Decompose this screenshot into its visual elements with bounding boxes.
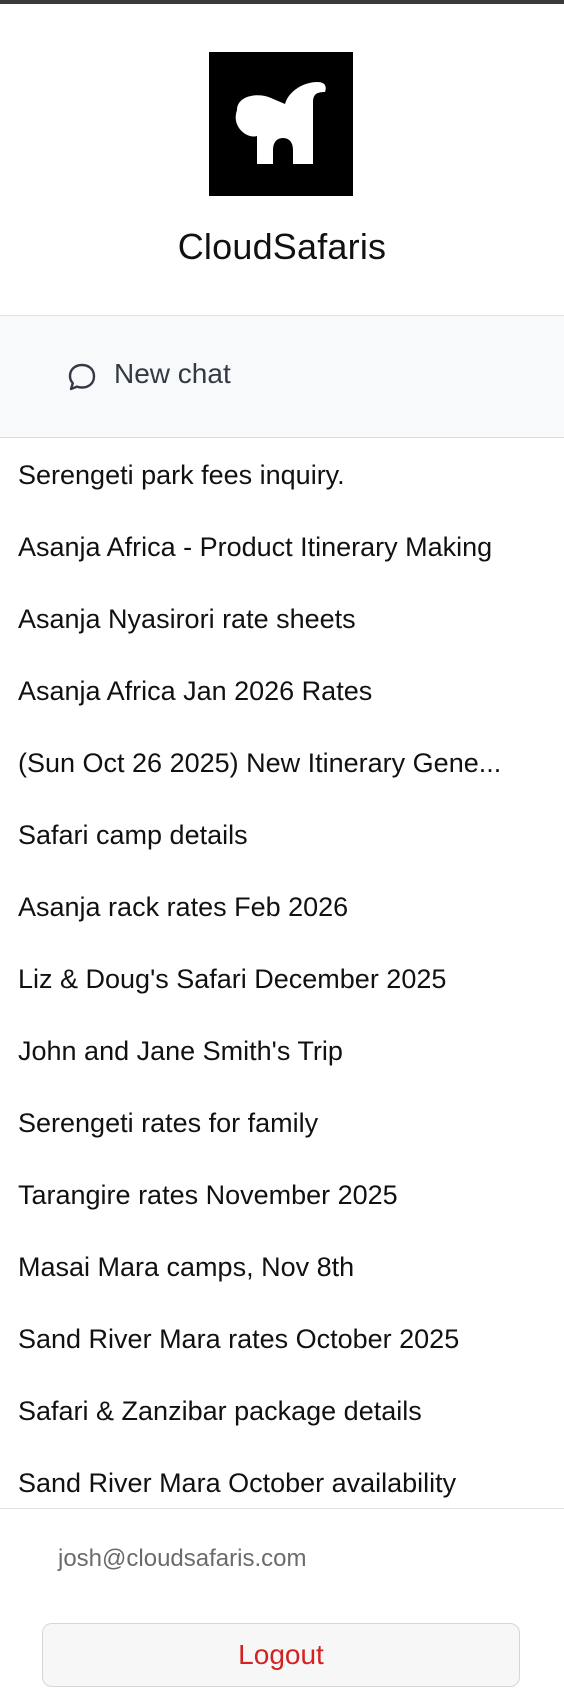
chat-history-list: Serengeti park fees inquiry. Asanja Afri…	[0, 439, 564, 1509]
elephant-icon	[209, 52, 353, 196]
chat-history-item[interactable]: Safari camp details	[18, 815, 538, 855]
new-chat-button[interactable]: New chat	[0, 316, 564, 438]
brand-header: CloudSafaris	[0, 4, 564, 316]
chat-history-item[interactable]: Sand River Mara rates October 2025	[18, 1319, 538, 1359]
chat-history-item[interactable]: Serengeti park fees inquiry.	[18, 455, 538, 495]
chat-history-item[interactable]: Masai Mara camps, Nov 8th	[18, 1247, 538, 1287]
chat-history-item[interactable]: Asanja Africa - Product Itinerary Making	[18, 527, 538, 567]
new-chat-label: New chat	[114, 358, 231, 389]
logout-button[interactable]: Logout	[42, 1623, 520, 1687]
chat-history-item[interactable]: John and Jane Smith's Trip	[18, 1031, 538, 1071]
app-name: CloudSafaris	[177, 226, 387, 267]
chat-bubble-icon	[66, 361, 98, 393]
chat-history-item[interactable]: Tarangire rates November 2025	[18, 1175, 538, 1215]
chat-history-item[interactable]: Liz & Doug's Safari December 2025	[18, 959, 538, 999]
chat-history-item[interactable]: Sand River Mara October availability	[18, 1463, 538, 1503]
user-email: josh@cloudsafaris.com	[58, 1545, 307, 1572]
chat-history-item[interactable]: Safari & Zanzibar package details	[18, 1391, 538, 1431]
chat-history-item[interactable]: Asanja Nyasirori rate sheets	[18, 599, 538, 639]
chat-history-item[interactable]: Asanja Africa Jan 2026 Rates	[18, 671, 538, 711]
chat-history-item[interactable]: Asanja rack rates Feb 2026	[18, 887, 538, 927]
chat-history-item[interactable]: Serengeti rates for family	[18, 1103, 538, 1143]
account-footer: josh@cloudsafaris.com Logout	[0, 1508, 564, 1708]
chat-history-item[interactable]: (Sun Oct 26 2025) New Itinerary Gene...	[18, 743, 538, 783]
